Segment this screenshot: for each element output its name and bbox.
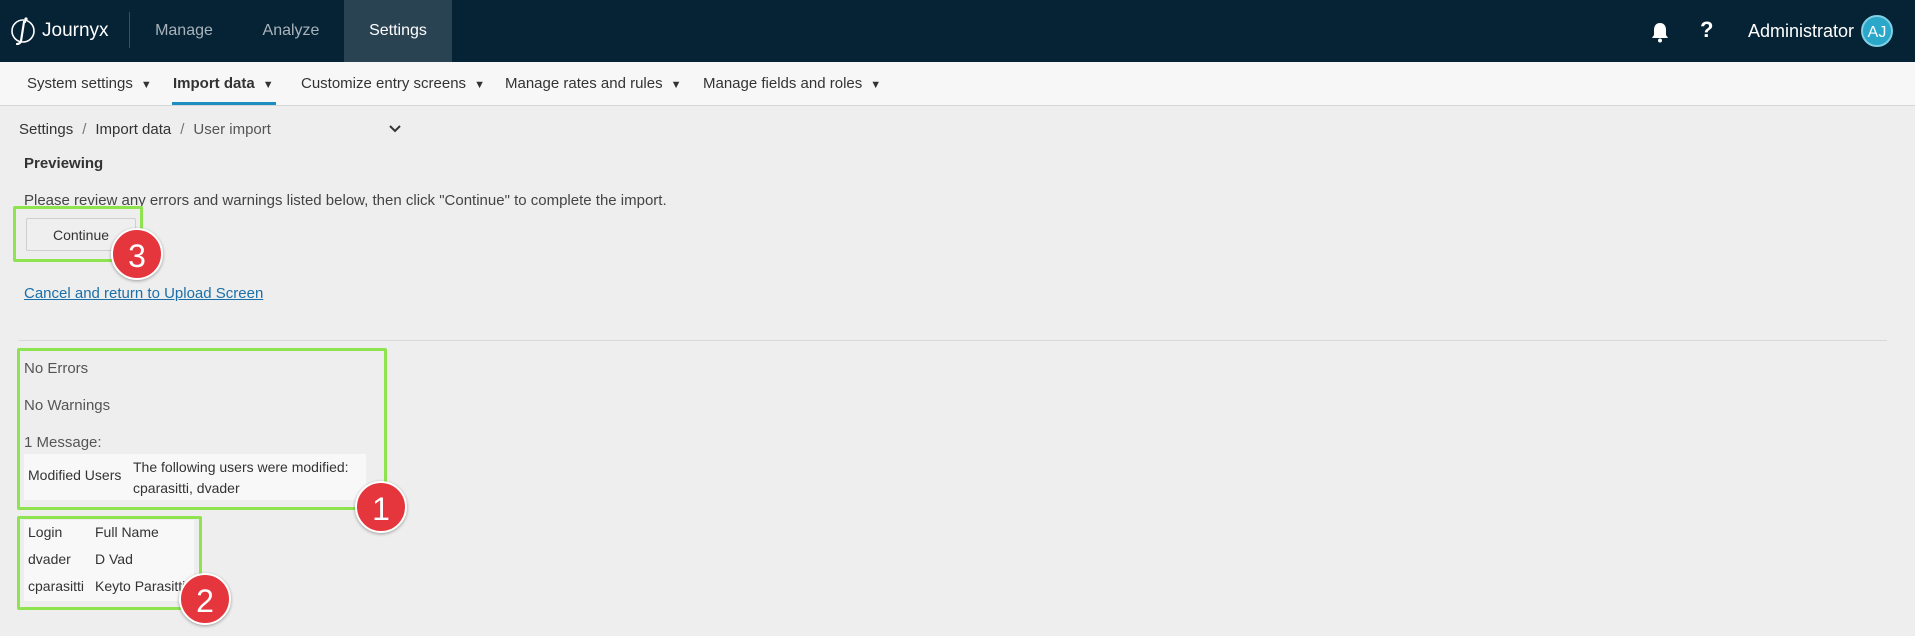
caret-down-icon: ▼ bbox=[474, 79, 485, 91]
subnav-manage-fields-and-roles[interactable]: Manage fields and roles ▼ bbox=[703, 75, 881, 92]
subnav-system-settings[interactable]: System settings ▼ bbox=[27, 75, 152, 92]
breadcrumb-current: User import bbox=[193, 121, 271, 138]
page-title: Previewing bbox=[24, 155, 104, 172]
help-icon[interactable]: ? bbox=[1700, 17, 1713, 43]
breadcrumb-import-data[interactable]: Import data bbox=[95, 121, 171, 138]
highlight-box-2 bbox=[17, 516, 202, 610]
subnav-customize-entry-screens[interactable]: Customize entry screens ▼ bbox=[301, 75, 485, 92]
breadcrumb-settings[interactable]: Settings bbox=[19, 121, 73, 138]
nav-settings[interactable]: Settings bbox=[344, 0, 452, 62]
caret-down-icon: ▼ bbox=[870, 79, 882, 91]
caret-down-icon: ▼ bbox=[670, 79, 682, 91]
subnav-label: Manage rates and rules bbox=[505, 75, 663, 92]
subnav-label: System settings bbox=[27, 75, 133, 92]
bell-icon[interactable] bbox=[1649, 21, 1671, 43]
subnav-import-data[interactable]: Import data ▼ bbox=[173, 75, 274, 92]
section-divider bbox=[19, 340, 1887, 341]
avatar[interactable]: AJ bbox=[1861, 15, 1893, 47]
subnav-manage-rates-and-rules[interactable]: Manage rates and rules ▼ bbox=[505, 75, 682, 92]
annotation-badge-1: 1 bbox=[355, 481, 407, 533]
breadcrumb-separator: / bbox=[180, 121, 185, 138]
highlight-box-1 bbox=[17, 348, 387, 510]
app-name: Journyx bbox=[42, 20, 109, 41]
top-divider bbox=[129, 12, 130, 48]
breadcrumb: Settings / Import data / User import bbox=[19, 121, 271, 138]
nav-analyze[interactable]: Analyze bbox=[248, 0, 334, 62]
annotation-badge-2: 2 bbox=[179, 573, 231, 625]
nav-manage[interactable]: Manage bbox=[140, 0, 228, 62]
caret-down-icon: ▼ bbox=[262, 79, 274, 91]
annotation-badge-3: 3 bbox=[111, 228, 163, 280]
subnav-label: Manage fields and roles bbox=[703, 75, 863, 92]
subnav-label: Import data bbox=[173, 75, 255, 92]
journyx-logo-icon[interactable] bbox=[10, 13, 36, 49]
breadcrumb-separator: / bbox=[82, 121, 87, 138]
subnav-label: Customize entry screens bbox=[301, 75, 467, 92]
chevron-down-icon[interactable] bbox=[388, 123, 402, 135]
active-tab-indicator bbox=[172, 102, 276, 105]
sub-nav: System settings ▼ Import data ▼ Customize … bbox=[0, 62, 1915, 106]
user-name[interactable]: Administrator bbox=[1748, 21, 1854, 42]
top-bar: Journyx Manage Analyze Settings ? Admini… bbox=[0, 0, 1915, 62]
cancel-link[interactable]: Cancel and return to Upload Screen bbox=[24, 285, 263, 302]
caret-down-icon: ▼ bbox=[140, 79, 152, 91]
